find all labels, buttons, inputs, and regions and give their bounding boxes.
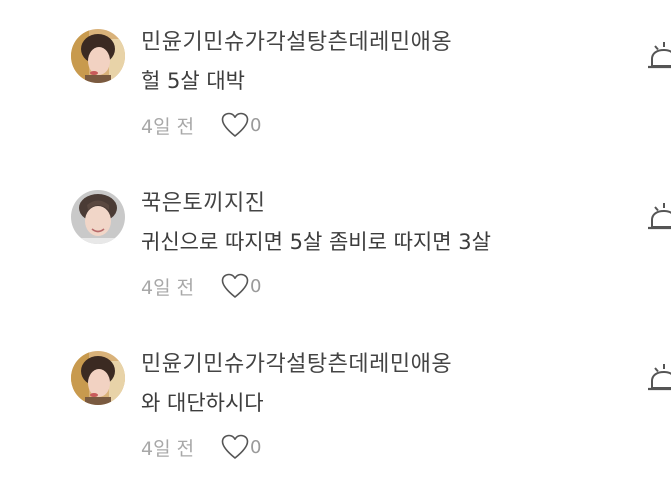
comment-meta: 4일 전 0 xyxy=(141,433,261,461)
heart-outline-icon xyxy=(221,273,249,298)
comment-meta: 4일 전 0 xyxy=(141,272,261,300)
like-button[interactable]: 0 xyxy=(221,434,261,460)
comment-text: 와 대단하시다 xyxy=(141,391,264,415)
report-button[interactable] xyxy=(648,40,671,70)
siren-report-icon xyxy=(648,42,671,69)
user-avatar[interactable] xyxy=(71,351,125,405)
comment-text: 헐 5살 대박 xyxy=(141,69,245,93)
report-button[interactable] xyxy=(648,201,671,231)
comment-username[interactable]: 민윤기민슈가각설탕츤데레민애옹 xyxy=(141,350,452,380)
comment-meta: 4일 전 0 xyxy=(141,111,261,139)
heart-outline-icon xyxy=(221,434,249,459)
comment-item: 민윤기민슈가각설탕츤데레민애옹 와 대단하시다 4일 전 0 xyxy=(0,322,671,482)
like-count: 0 xyxy=(250,275,262,297)
like-count: 0 xyxy=(250,114,262,136)
like-count: 0 xyxy=(250,436,262,458)
siren-report-icon xyxy=(648,364,671,391)
comment-username[interactable]: 민윤기민슈가각설탕츤데레민애옹 xyxy=(141,28,452,58)
comment-time: 4일 전 xyxy=(141,276,195,299)
comment-username[interactable]: 꾹은토끼지진 xyxy=(141,189,265,219)
user-avatar[interactable] xyxy=(71,190,125,244)
heart-outline-icon xyxy=(221,112,249,137)
comment-item: 꾹은토끼지진 귀신으로 따지면 5살 좀비로 따지면 3살 4일 전 0 xyxy=(0,161,671,321)
user-avatar[interactable] xyxy=(71,29,125,83)
report-button[interactable] xyxy=(648,362,671,392)
like-button[interactable]: 0 xyxy=(221,112,261,138)
like-button[interactable]: 0 xyxy=(221,273,261,299)
siren-report-icon xyxy=(648,203,671,230)
comment-time: 4일 전 xyxy=(141,437,195,460)
comment-item: 민윤기민슈가각설탕츤데레민애옹 헐 5살 대박 4일 전 0 xyxy=(0,0,671,160)
comment-time: 4일 전 xyxy=(141,115,195,138)
comment-text: 귀신으로 따지면 5살 좀비로 따지면 3살 xyxy=(141,230,491,254)
